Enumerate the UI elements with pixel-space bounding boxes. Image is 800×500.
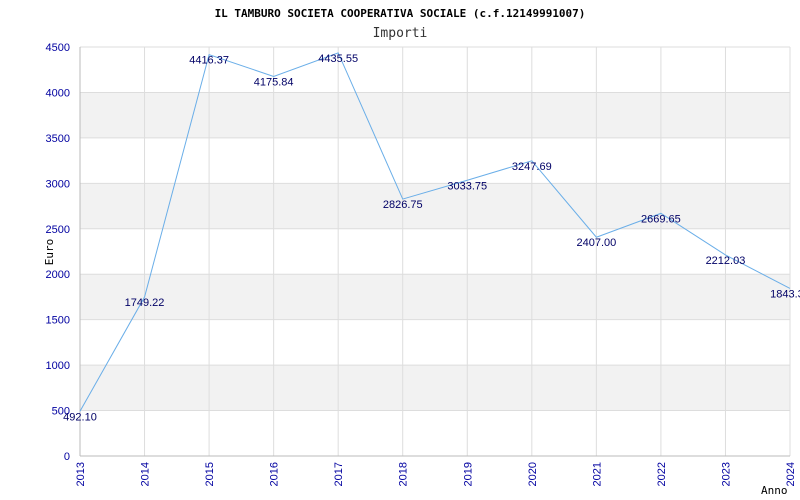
chart-title: IL TAMBURO SOCIETA COOPERATIVA SOCIALE (… bbox=[215, 7, 586, 20]
y-tick-label: 2000 bbox=[46, 269, 70, 281]
y-tick-label: 3000 bbox=[46, 178, 70, 190]
y-tick-label: 0 bbox=[64, 451, 70, 463]
data-label: 1843.33 bbox=[770, 288, 800, 300]
x-tick-label: 2018 bbox=[398, 462, 410, 486]
data-label: 3247.69 bbox=[512, 161, 552, 173]
x-axis-label: Anno bbox=[761, 484, 788, 497]
line-chart: 050010001500200025003000350040004500 201… bbox=[43, 7, 800, 497]
chart-subtitle: Importi bbox=[373, 26, 428, 41]
x-tick-label: 2013 bbox=[75, 462, 87, 486]
data-label: 4416.37 bbox=[189, 55, 229, 67]
data-label: 1749.22 bbox=[125, 297, 165, 309]
y-axis-label: Euro bbox=[43, 239, 56, 266]
data-label: 2212.03 bbox=[706, 255, 746, 267]
background-band bbox=[80, 365, 790, 411]
x-tick-label: 2022 bbox=[656, 462, 668, 486]
x-tick-label: 2017 bbox=[333, 462, 345, 486]
x-tick-label: 2024 bbox=[785, 462, 797, 486]
data-label: 492.10 bbox=[63, 411, 97, 423]
data-label: 2826.75 bbox=[383, 199, 423, 211]
data-label: 2669.65 bbox=[641, 213, 681, 225]
x-tick-label: 2019 bbox=[462, 462, 474, 486]
x-tick-labels: 2013 2014 2015 2016 2017 2018 2019 2020 2021 2022… bbox=[75, 462, 797, 486]
y-tick-label: 4500 bbox=[46, 42, 70, 54]
y-tick-label: 2500 bbox=[46, 224, 70, 236]
data-label: 4435.55 bbox=[318, 53, 358, 65]
x-tick-label: 2016 bbox=[269, 462, 281, 486]
y-tick-label: 1500 bbox=[46, 315, 70, 327]
y-tick-label: 4000 bbox=[46, 87, 70, 99]
x-tick-label: 2023 bbox=[720, 462, 732, 486]
x-tick-label: 2020 bbox=[527, 462, 539, 486]
x-tick-label: 2014 bbox=[140, 462, 152, 486]
background-band bbox=[80, 274, 790, 320]
background-band bbox=[80, 92, 790, 138]
y-tick-label: 1000 bbox=[46, 360, 70, 372]
data-label: 2407.00 bbox=[576, 237, 616, 249]
y-tick-label: 3500 bbox=[46, 133, 70, 145]
x-tick-label: 2021 bbox=[591, 462, 603, 486]
data-label: 4175.84 bbox=[254, 76, 294, 88]
x-tick-label: 2015 bbox=[204, 462, 216, 486]
data-label: 3033.75 bbox=[447, 180, 487, 192]
